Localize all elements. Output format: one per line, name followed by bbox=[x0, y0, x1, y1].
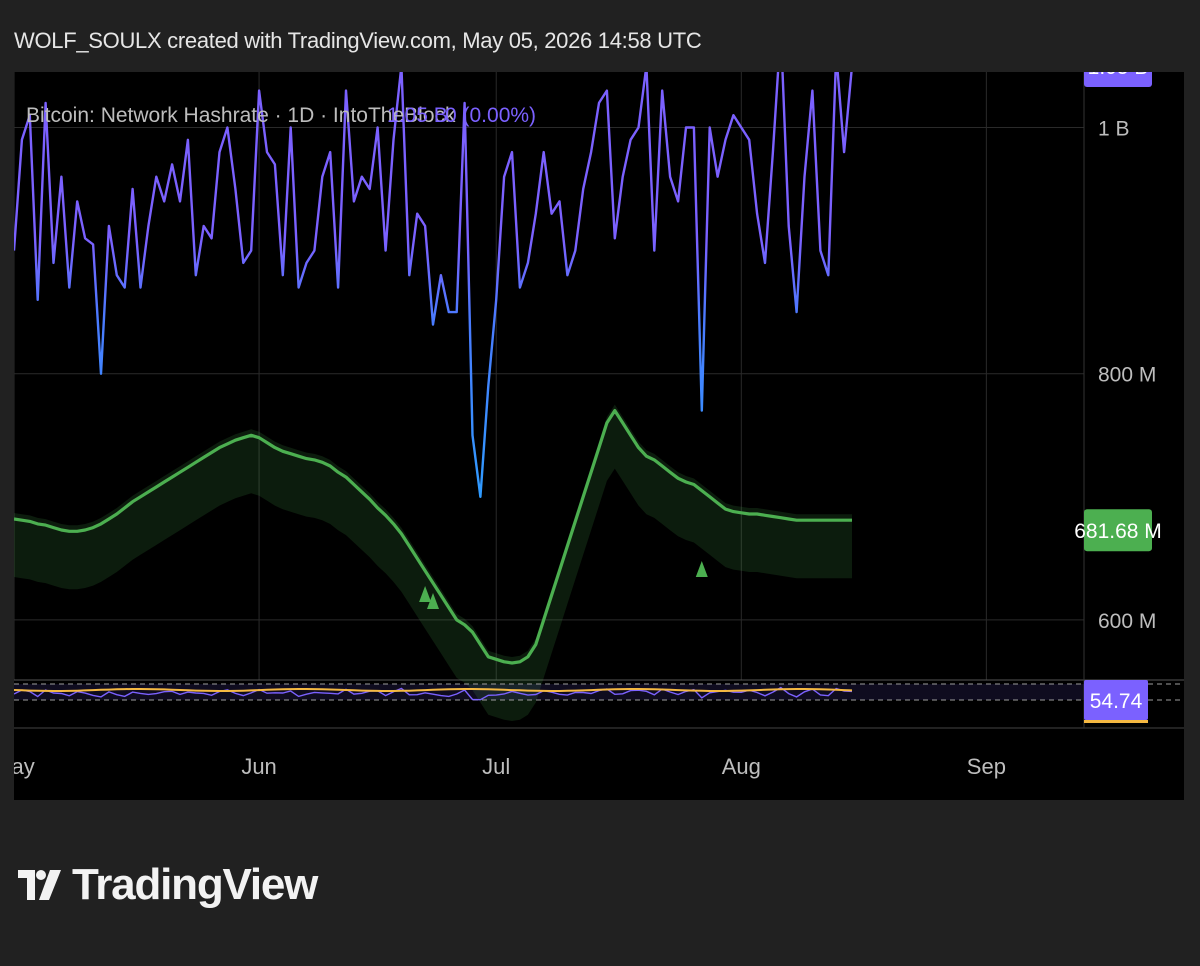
legend-change: 0 (0.00%) bbox=[445, 104, 536, 127]
y-tick-label-1: 800 M bbox=[1098, 364, 1156, 387]
signal-marker-2 bbox=[695, 561, 708, 577]
x-tick-label-0: May bbox=[14, 754, 35, 779]
hashrate-line bbox=[12, 27, 854, 498]
rsi-signal-marker bbox=[1084, 720, 1148, 723]
y-tick-label-0: 600 M bbox=[1098, 610, 1156, 633]
tradingview-logo[interactable]: TradingView bbox=[18, 860, 318, 910]
y-tick-label-2: 1 B bbox=[1098, 118, 1130, 141]
rsi-value-label: 54.74 bbox=[1090, 690, 1143, 713]
logo-text: TradingView bbox=[72, 860, 318, 909]
rsi-pane bbox=[13, 683, 1184, 701]
current-price-label: 1.05 B bbox=[1088, 72, 1149, 79]
x-tick-label-3: Aug bbox=[722, 754, 761, 779]
hashrate-series bbox=[12, 27, 857, 498]
bands bbox=[13, 65, 1084, 721]
tradingview-logo-icon bbox=[18, 870, 61, 900]
chart-attribution: WOLF_SOULX created with TradingView.com,… bbox=[14, 28, 702, 53]
chart-svg[interactable]: 600 M800 M1 B1.2 B1.4 BMayJunJulAugSep 1… bbox=[0, 27, 1184, 800]
lower-band-cloud bbox=[14, 404, 852, 721]
lower-price-label: 681.68 M bbox=[1074, 520, 1162, 543]
x-tick-label-4: Sep bbox=[967, 754, 1006, 779]
x-tick-label-2: Jul bbox=[482, 754, 510, 779]
x-tick-label-1: Jun bbox=[241, 754, 276, 779]
chart-panel[interactable]: 600 M800 M1 B1.2 B1.4 BMayJunJulAugSep 1… bbox=[0, 27, 1184, 800]
legend-value: 1.05 B bbox=[387, 104, 448, 127]
